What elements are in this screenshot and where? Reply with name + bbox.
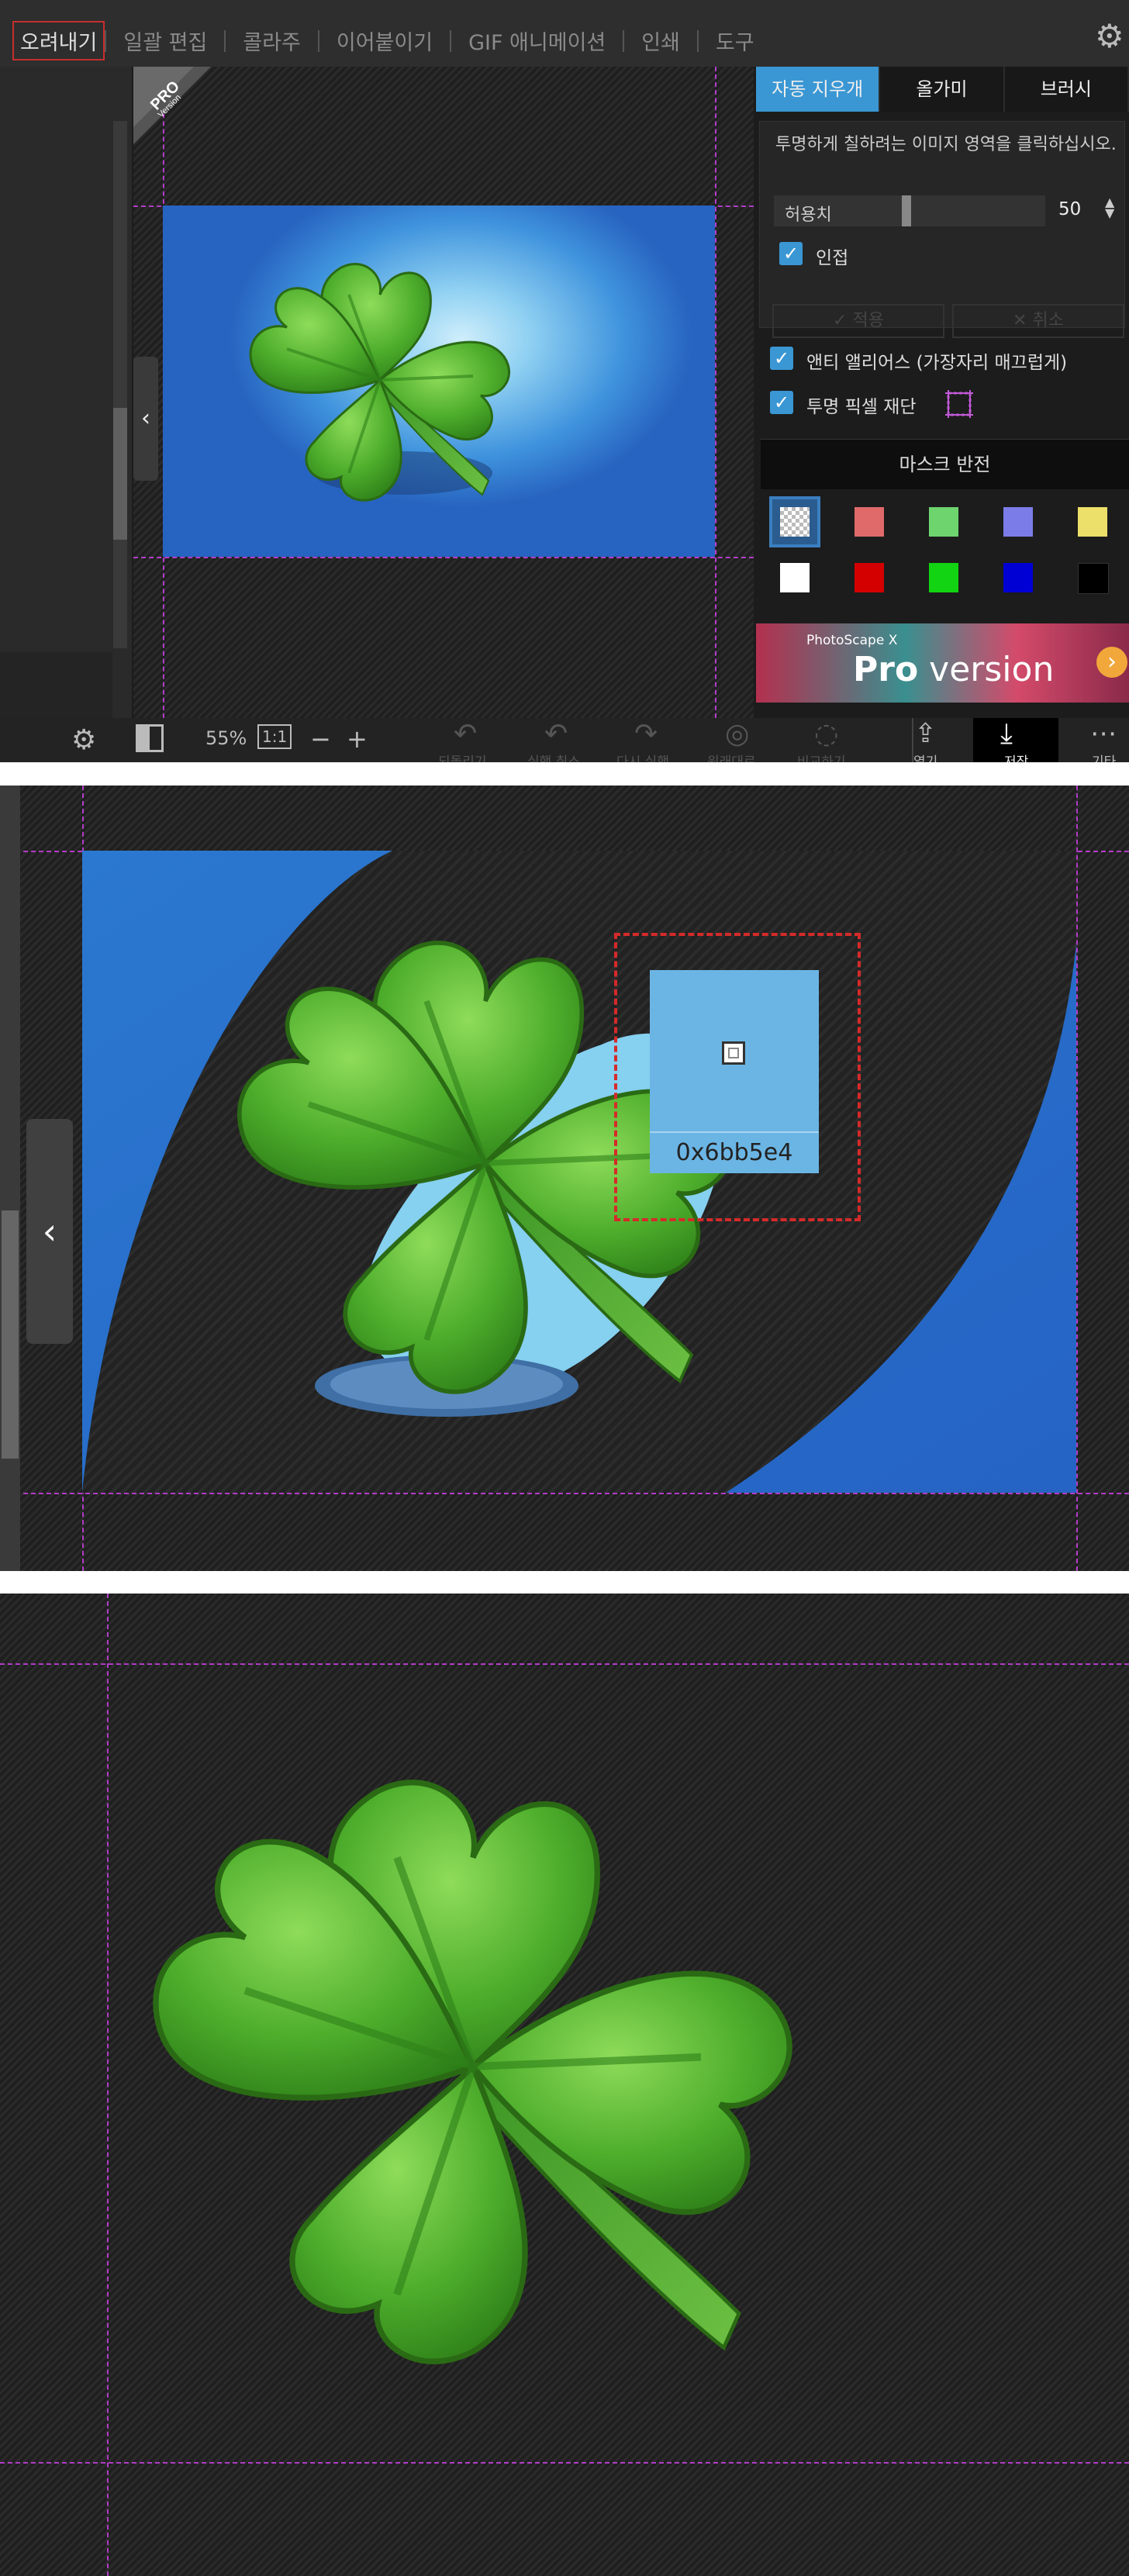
- ad-arrow-icon[interactable]: ›: [1096, 647, 1127, 678]
- ad-title: Pro version: [853, 650, 1054, 689]
- editor-screenshot-1: 오려내기 일괄 편집 콜라주 이어붙이기 GIF 애니메이션 인쇄 도구 ⚙ P…: [0, 0, 1129, 762]
- swatch-blue[interactable]: [996, 555, 1041, 600]
- editor-zoomed-picker: ‹ 0x6bb5e4: [0, 786, 1129, 1571]
- antialias-checkbox[interactable]: ✓: [770, 347, 793, 370]
- cancel-button[interactable]: ✕ 취소: [952, 304, 1124, 338]
- tool-tabs: 자동 지우개 올가미 브러시: [756, 67, 1129, 112]
- tab-gif[interactable]: GIF 애니메이션: [451, 26, 623, 56]
- redo-icon[interactable]: ↷: [634, 718, 658, 750]
- open-label: 열기: [913, 754, 938, 762]
- left-scrollbar[interactable]: [113, 121, 127, 648]
- swatch-green-checker[interactable]: [921, 499, 966, 544]
- revert-label: 원래대로: [707, 754, 756, 762]
- guide-line-bottom: [0, 2462, 1129, 2464]
- picker-cursor-icon: [722, 1041, 745, 1065]
- zoom-level[interactable]: 55%: [205, 727, 247, 749]
- pro-version-badge[interactable]: PRO Version: [133, 67, 211, 144]
- guide-line-bottom: [23, 1493, 1129, 1494]
- guide-line-top: [0, 1663, 1129, 1665]
- settings-icon[interactable]: ⚙: [71, 727, 96, 754]
- pro-version-ad[interactable]: PhotoScape X Pro version ›: [756, 623, 1129, 703]
- swatch-yellow[interactable]: [1070, 499, 1115, 544]
- actual-size-button[interactable]: 1:1: [257, 724, 292, 749]
- swatch-green[interactable]: [921, 555, 966, 600]
- apply-button[interactable]: ✓ 적용: [772, 304, 944, 338]
- collapse-arrow-icon[interactable]: ‹: [26, 1119, 73, 1344]
- left-sidebar: [0, 67, 132, 718]
- swatch-transparent[interactable]: [769, 496, 820, 547]
- tab-auto-eraser[interactable]: 자동 지우개: [756, 67, 881, 112]
- partially-erased-image[interactable]: [82, 851, 1076, 1493]
- more-label: 기타: [1092, 754, 1117, 762]
- tab-combine[interactable]: 이어붙이기: [319, 26, 450, 56]
- scrollbar-thumb[interactable]: [113, 408, 127, 540]
- trim-label: 투명 픽셀 재단: [806, 397, 917, 417]
- picked-color-hex: 0x6bb5e4: [650, 1131, 819, 1173]
- tolerance-label: 허용치: [785, 205, 832, 225]
- compare-label: 비교하기: [797, 754, 846, 762]
- tab-collage[interactable]: 콜라주: [226, 26, 318, 56]
- save-label: 저장: [1004, 754, 1029, 762]
- tab-lasso[interactable]: 올가미: [880, 67, 1005, 112]
- antialias-label: 앤티 앨리어스 (가장자리 매끄럽게): [806, 353, 1068, 373]
- swatch-red[interactable]: [847, 555, 892, 600]
- revert-icon[interactable]: ◎: [725, 718, 749, 750]
- top-menu-bar: 오려내기 일괄 편집 콜라주 이어붙이기 GIF 애니메이션 인쇄 도구 ⚙: [0, 0, 1129, 67]
- ad-brand: PhotoScape X: [806, 633, 898, 648]
- trim-crop-icon[interactable]: [942, 387, 976, 421]
- scrollbar-thumb[interactable]: [2, 1210, 19, 1459]
- tab-cutout[interactable]: 오려내기: [12, 21, 105, 60]
- swatch-blue-checker[interactable]: [996, 499, 1041, 544]
- tolerance-slider[interactable]: 허용치: [774, 195, 1045, 226]
- tab-print[interactable]: 인쇄: [624, 26, 697, 56]
- ad-pro: Pro: [853, 650, 919, 689]
- swatch-red-checker[interactable]: [847, 499, 892, 544]
- undo-all-label: 되돌리기: [438, 754, 487, 762]
- redo-label: 다시 실행: [616, 754, 669, 762]
- left-scrollbar[interactable]: [0, 786, 20, 1571]
- auto-eraser-options: 투명하게 칠하려는 이미지 영역을 클릭하십시오. 허용치 50 ▲ ▼ ✓ 인접…: [759, 121, 1125, 338]
- tolerance-value[interactable]: 50: [1058, 199, 1081, 219]
- ad-version: version: [918, 650, 1055, 689]
- stepper-arrows-icon[interactable]: ▲ ▼: [1105, 196, 1114, 219]
- tab-brush[interactable]: 브러시: [1004, 67, 1129, 112]
- guide-line-right: [1076, 786, 1078, 1571]
- mask-invert-button[interactable]: 마스크 반전: [761, 439, 1129, 489]
- zoom-in-button[interactable]: +: [347, 724, 368, 754]
- instruction-text: 투명하게 칠하려는 이미지 영역을 클릭하십시오.: [775, 135, 1117, 154]
- guide-line-bottom: [133, 557, 754, 558]
- tab-tools[interactable]: 도구: [699, 26, 772, 56]
- open-icon[interactable]: ⇪: [912, 720, 939, 751]
- cancel-label: 취소: [1032, 311, 1064, 330]
- clover-cutout[interactable]: [93, 1741, 853, 2400]
- right-panel: 자동 지우개 올가미 브러시 투명하게 칠하려는 이미지 영역을 클릭하십시오.…: [756, 67, 1129, 718]
- contiguous-label: 인접: [816, 248, 849, 268]
- top-nav: 오려내기 일괄 편집 콜라주 이어붙이기 GIF 애니메이션 인쇄 도구: [0, 21, 772, 60]
- bottom-toolbar: ⚙ 55% 1:1 − + ↶ ↶ ↷ ◎ ◌ 되돌리기 실행 취소 다시 실행…: [0, 718, 1129, 762]
- more-icon[interactable]: ⋯: [1090, 718, 1117, 749]
- color-picker-popup: 0x6bb5e4: [650, 970, 819, 1173]
- view-mode-icon[interactable]: [136, 724, 164, 752]
- contiguous-checkbox[interactable]: ✓: [779, 242, 803, 265]
- slider-handle[interactable]: [902, 195, 911, 226]
- undo-icon[interactable]: ↶: [544, 718, 568, 750]
- undo-all-icon[interactable]: ↶: [454, 718, 477, 750]
- clover-image[interactable]: [163, 205, 715, 557]
- swatch-white[interactable]: [772, 555, 817, 600]
- save-icon[interactable]: ⤓: [1000, 718, 1013, 751]
- compare-icon[interactable]: ◌: [814, 718, 838, 750]
- tab-batch[interactable]: 일괄 편집: [106, 26, 224, 56]
- collapse-arrow-icon[interactable]: ‹: [133, 357, 158, 481]
- zoom-out-button[interactable]: −: [310, 724, 331, 754]
- undo-label: 실행 취소: [527, 754, 580, 762]
- left-sidebar-footer: [0, 652, 112, 718]
- swatch-black[interactable]: [1070, 555, 1115, 600]
- settings-icon[interactable]: ⚙: [1095, 19, 1129, 54]
- guide-line-right: [715, 67, 716, 718]
- cutout-result: [0, 1594, 1129, 2576]
- apply-label: 적용: [852, 311, 884, 330]
- trim-checkbox[interactable]: ✓: [770, 391, 793, 414]
